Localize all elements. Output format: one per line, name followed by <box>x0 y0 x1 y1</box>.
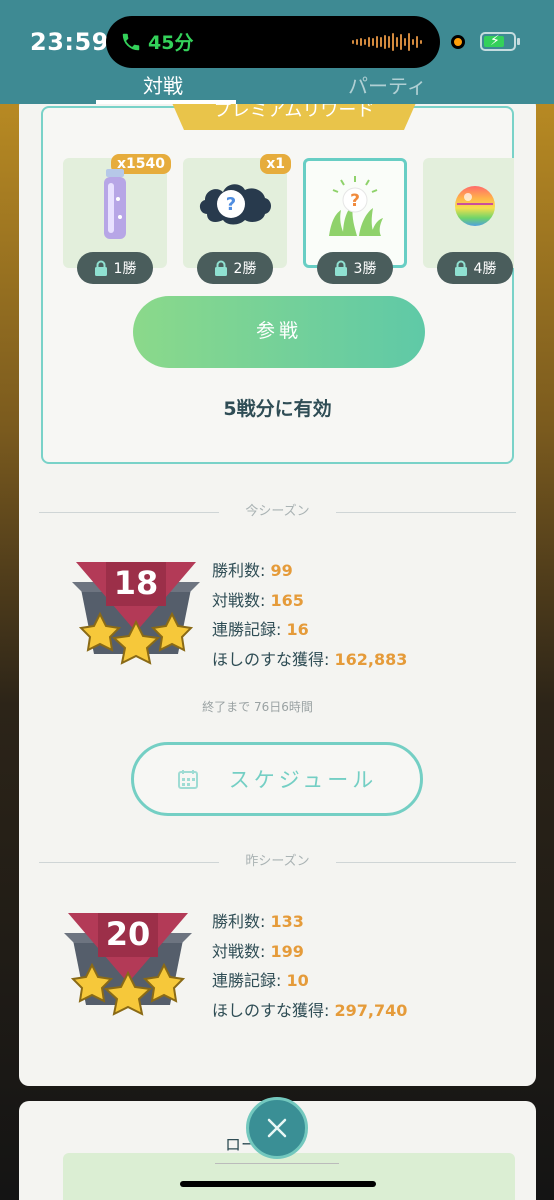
svg-text:?: ? <box>350 191 360 211</box>
battle-card: プレミアムリワード x1540 1勝 x1 ? 2勝 ? 3勝 4勝 参戦 5戦… <box>19 96 536 1086</box>
rainbow-ball-icon <box>455 186 495 227</box>
lock-icon <box>214 260 227 276</box>
rank-badge: 20 <box>62 911 194 1031</box>
schedule-button[interactable]: スケジュール <box>131 742 423 816</box>
rank-number: 20 <box>105 915 151 953</box>
tab-party[interactable]: パーティ <box>348 70 427 99</box>
audio-wave-icon <box>352 33 422 51</box>
premium-reward-box: プレミアムリワード x1540 1勝 x1 ? 2勝 ? 3勝 4勝 参戦 5戦… <box>41 96 514 464</box>
this-season-header: 今シーズン <box>39 503 516 523</box>
reward-item[interactable]: x 4勝 <box>423 158 514 284</box>
schedule-label: スケジュール <box>228 768 378 792</box>
lock-icon <box>454 260 467 276</box>
lock-icon <box>334 260 347 276</box>
mystery-grass-icon: ? <box>329 175 383 236</box>
lock-icon <box>94 260 107 276</box>
stat-row: 連勝記録: 16 <box>212 620 309 639</box>
this-season-stats: 勝利数: 99 対戦数: 165 連勝記録: 16 ほしのすな獲得: 162,8… <box>212 556 407 674</box>
top-bar: 23:59 45分 ⚡ 対戦 パーティ <box>0 0 554 104</box>
tab-battle[interactable]: 対戦 <box>143 70 183 99</box>
rank-badge: 18 <box>70 560 202 680</box>
stat-row: 連勝記録: 10 <box>212 971 309 990</box>
stat-row: 対戦数: 199 <box>212 941 304 961</box>
this-season-label: 今シーズン <box>245 504 310 519</box>
stat-row: ほしのすな獲得: 162,883 <box>212 649 408 669</box>
join-battle-button[interactable]: 参戦 <box>133 296 425 368</box>
season-ends-text: 終了まで 76日6時間 <box>202 700 313 714</box>
reward-list: x1540 1勝 x1 ? 2勝 ? 3勝 4勝 <box>63 146 514 286</box>
close-button[interactable] <box>246 1097 308 1159</box>
stardust-icon <box>104 169 126 240</box>
stat-row: ほしのすな獲得: 297,740 <box>212 1000 408 1020</box>
reward-item[interactable]: x1540 1勝 <box>63 154 171 284</box>
mystery-smoke-icon: ? <box>199 184 271 225</box>
last-season-stats: 勝利数: 133 対戦数: 199 連勝記録: 10 ほしのすな獲得: 297,… <box>212 907 407 1025</box>
battery-tip <box>517 38 520 45</box>
wins-required: 4勝 <box>473 261 497 277</box>
reward-qty: x1 <box>260 154 291 174</box>
reward-item[interactable]: x1 ? 2勝 <box>183 154 291 284</box>
bottom-tab-underline <box>215 1163 339 1164</box>
dynamic-island[interactable]: 45分 <box>106 16 440 68</box>
lock-chip: 3勝 <box>317 252 393 284</box>
svg-text:?: ? <box>226 194 236 215</box>
stat-row: 勝利数: 133 <box>212 912 304 931</box>
call-duration: 45分 <box>148 32 194 54</box>
mic-in-use-icon <box>451 35 465 49</box>
bottom-panel <box>63 1153 515 1200</box>
battery-icon: ⚡ <box>480 32 516 51</box>
call-indicator: 45分 <box>120 28 193 55</box>
phone-icon <box>122 33 140 50</box>
wins-required: 2勝 <box>233 261 257 277</box>
rank-number: 18 <box>113 564 159 602</box>
wins-required: 3勝 <box>353 261 377 277</box>
lock-chip: 1勝 <box>77 252 153 284</box>
last-season-label: 昨シーズン <box>245 854 310 869</box>
status-time: 23:59 <box>30 28 109 56</box>
calendar-icon <box>177 770 198 789</box>
lock-chip: 4勝 <box>437 252 513 284</box>
stat-row: 対戦数: 165 <box>212 590 304 610</box>
close-icon <box>267 1118 287 1138</box>
last-season-header: 昨シーズン <box>39 853 516 873</box>
tab-active-indicator <box>96 100 236 104</box>
valid-battles-text: 5戦分に有効 <box>223 398 332 420</box>
lock-chip: 2勝 <box>197 252 273 284</box>
stat-row: 勝利数: 99 <box>212 561 293 580</box>
wins-required: 1勝 <box>113 261 137 277</box>
reward-item-selected[interactable]: ? 3勝 <box>303 158 407 284</box>
home-indicator[interactable] <box>180 1181 376 1187</box>
